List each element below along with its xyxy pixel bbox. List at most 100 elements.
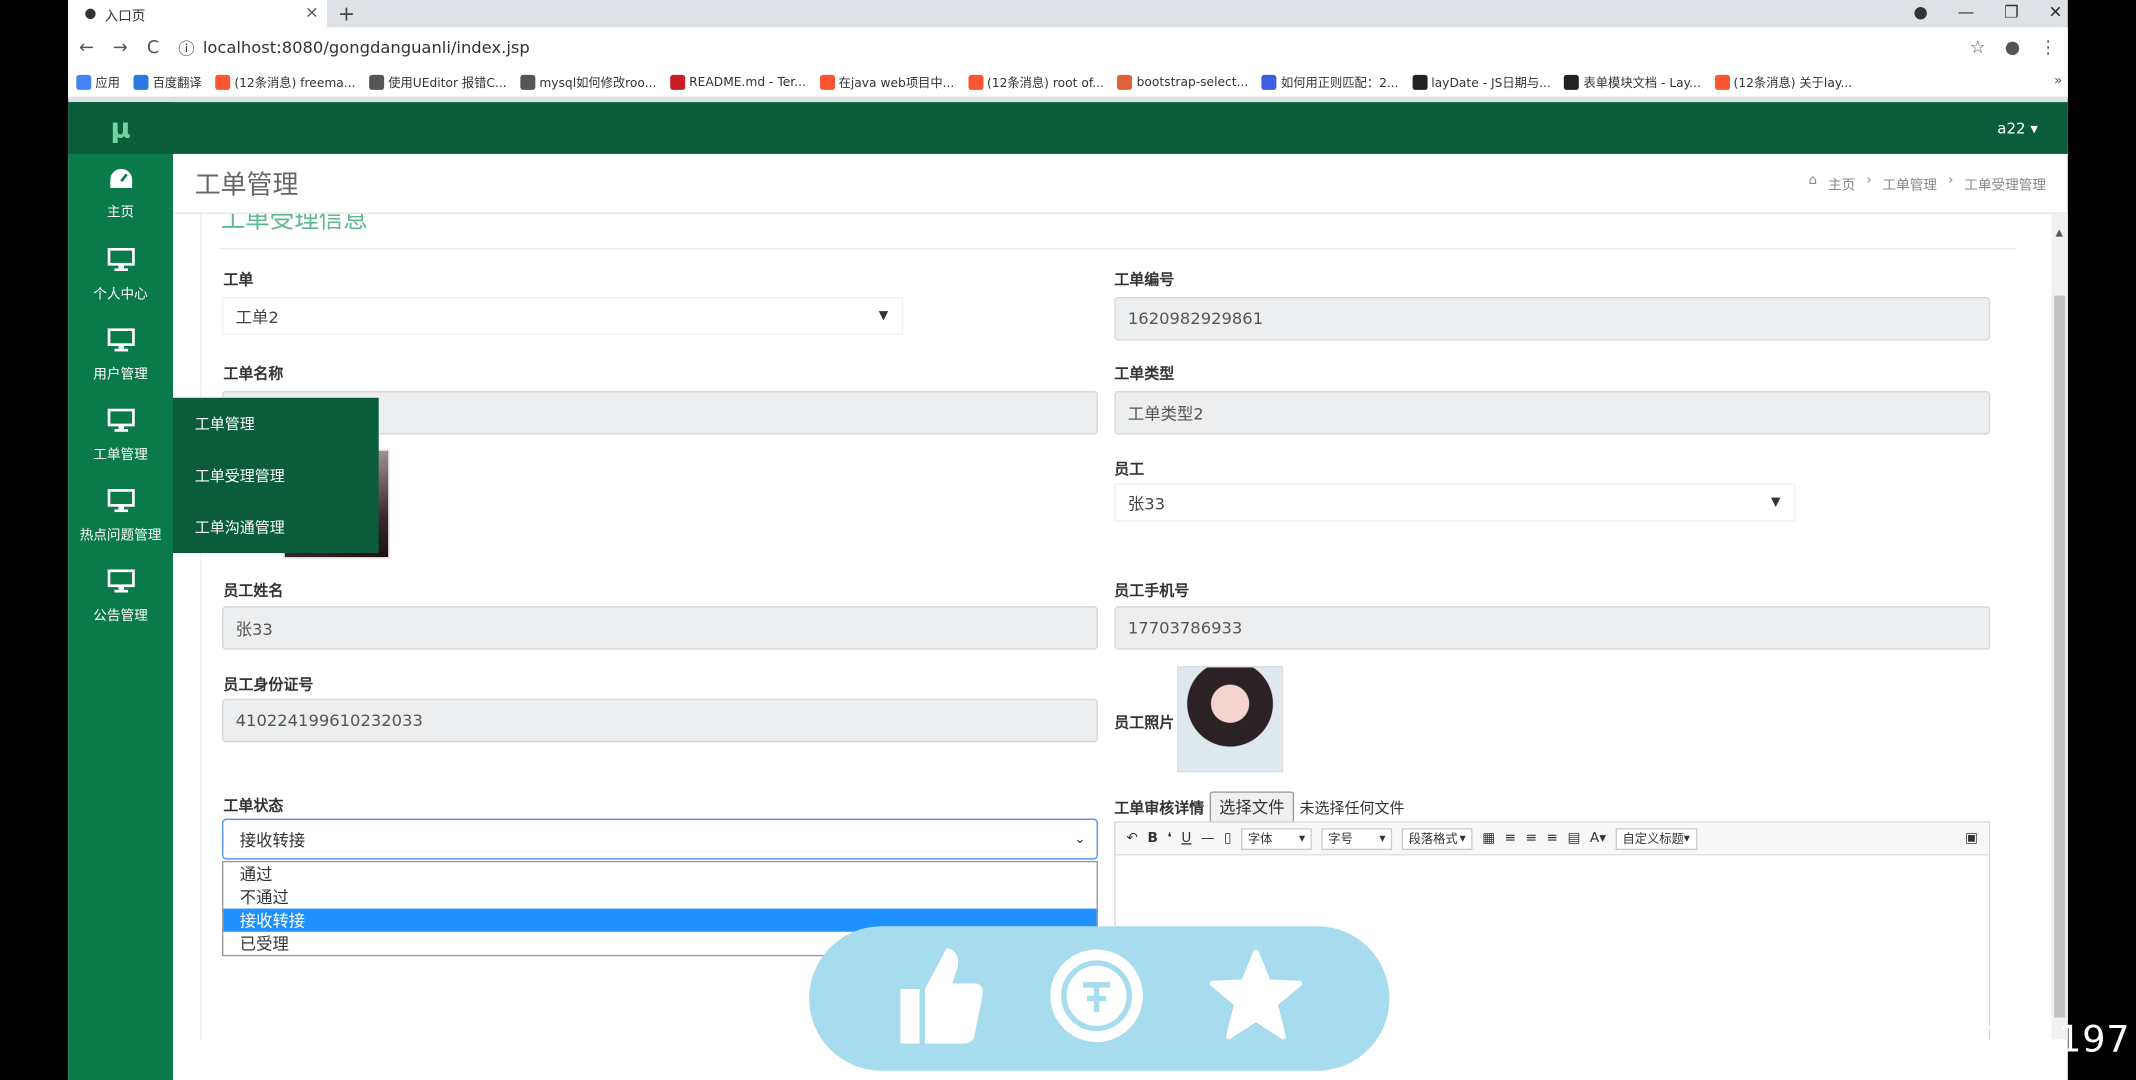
bookmark-item[interactable]: (12条消息) 关于lay... xyxy=(1714,74,1853,92)
quote-icon[interactable]: ❛ xyxy=(1167,831,1171,846)
forward-icon[interactable]: → xyxy=(113,37,128,57)
star-fav-icon[interactable] xyxy=(1208,948,1303,1049)
close-window-button[interactable]: ✕ xyxy=(2049,3,2063,22)
bookmarks-more[interactable]: » xyxy=(2054,74,2062,89)
justify-icon[interactable]: ▤ xyxy=(1568,831,1581,846)
scrollbar-thumb[interactable] xyxy=(2054,295,2066,1018)
bookmark-label: (12条消息) 关于lay... xyxy=(1733,77,1853,92)
align-center-icon[interactable]: ≡ xyxy=(1526,831,1537,846)
profile-icon[interactable]: ● xyxy=(1913,3,1927,22)
bookmark-label: bootstrap-select... xyxy=(1136,75,1249,90)
choose-file-button[interactable]: 选择文件 xyxy=(1209,791,1295,823)
bookmark-item[interactable]: 应用 xyxy=(76,74,120,91)
sidebar-item[interactable]: 工单管理 xyxy=(68,395,173,475)
reload-icon[interactable]: C xyxy=(147,37,159,57)
submenu-item-order[interactable]: 工单管理 xyxy=(173,398,379,450)
csdn-icon xyxy=(819,74,835,90)
align-left-icon[interactable]: ≡ xyxy=(1505,831,1516,846)
undo-icon[interactable]: ↶ xyxy=(1127,831,1138,846)
user-menu[interactable]: a22 ▾ xyxy=(1997,119,2038,137)
fullscreen-icon[interactable]: ▣ xyxy=(1965,831,1978,846)
scroll-up-icon[interactable]: ▲ xyxy=(2056,227,2063,238)
bookmark-item[interactable]: 使用UEditor 报错C... xyxy=(369,74,507,91)
status-select[interactable]: 接收转接 ⌄ xyxy=(222,818,1098,860)
bookmark-item[interactable]: README.md - Ter... xyxy=(670,74,806,90)
csdn-icon xyxy=(1714,74,1730,90)
back-icon[interactable]: ← xyxy=(79,37,94,57)
bold-icon[interactable]: B xyxy=(1148,831,1158,846)
para-combo[interactable]: 段落格式 ▾ xyxy=(1401,827,1473,850)
close-tab-icon[interactable]: × xyxy=(305,3,319,22)
caret-down-icon: ▾ xyxy=(1298,831,1306,846)
font-combo[interactable]: 字体 ▾ xyxy=(1241,827,1312,850)
bookmark-item[interactable]: (12条消息) freema... xyxy=(215,74,356,91)
form-content: 工单受理信息 工单 工单2 ▼ 工单编号 1620982929861 工单名称 … xyxy=(200,213,2029,1040)
breadcrumb-home[interactable]: 主页 xyxy=(1828,173,1855,193)
emp-phone-field[interactable]: 17703786933 xyxy=(1114,606,1991,650)
employee-photo xyxy=(1176,666,1284,773)
account-icon[interactable]: ● xyxy=(2005,37,2020,57)
font-color-icon[interactable]: A▾ xyxy=(1590,831,1606,846)
menu-icon[interactable]: ⋮ xyxy=(2039,37,2057,57)
restore-button[interactable]: ❐ xyxy=(2004,3,2019,22)
hr-icon[interactable]: — xyxy=(1201,831,1215,846)
bookmark-item[interactable]: (12条消息) root of... xyxy=(967,74,1104,91)
bookmark-item[interactable]: layDate - JS日期与... xyxy=(1412,74,1551,91)
logo[interactable]: μ xyxy=(68,102,173,154)
custom-title-combo[interactable]: 自定义标题 ▾ xyxy=(1615,827,1697,850)
order-type-field[interactable]: 工单类型2 xyxy=(1114,390,1991,435)
bookmark-item[interactable]: 在java web项目中... xyxy=(819,74,954,91)
thumbs-up-icon[interactable] xyxy=(895,943,985,1055)
file-none-text: 未选择任何文件 xyxy=(1299,798,1405,817)
star-icon[interactable]: ☆ xyxy=(1970,37,1986,57)
submenu-item-accept[interactable]: 工单受理管理 xyxy=(173,450,379,502)
order-label: 工单 xyxy=(223,271,254,289)
bookmark-item[interactable]: 表单模块文档 - Lay... xyxy=(1564,74,1701,91)
submenu-item-communicate[interactable]: 工单沟通管理 xyxy=(173,501,379,553)
caret-down-icon: ▾ xyxy=(1683,831,1690,846)
bookmark-item[interactable]: 如何用正则匹配：2... xyxy=(1261,74,1399,91)
tab-title: 入口页 xyxy=(104,8,146,24)
browser-tab[interactable]: ● 入口页 × xyxy=(68,0,327,28)
sidebar-item[interactable]: 个人中心 xyxy=(68,234,173,314)
sidebar-item-label: 公告管理 xyxy=(93,608,148,624)
page-header: 工单管理 ⌂ 主页 › 工单管理 › 工单受理管理 xyxy=(172,154,2068,214)
doc-icon[interactable]: ▯ xyxy=(1224,831,1232,846)
underline-icon[interactable]: U xyxy=(1181,831,1191,846)
url-input[interactable]: ⓘ localhost:8080/gongdanguanli/index.jsp xyxy=(178,31,1969,64)
emp-id-field[interactable]: 410224199610232033 xyxy=(222,698,1098,743)
order-select[interactable]: 工单2 ▼ xyxy=(222,296,904,336)
apps-icon xyxy=(76,74,92,90)
scrollbar[interactable]: ▲ xyxy=(2051,213,2068,1040)
order-no-field[interactable]: 1620982929861 xyxy=(1114,296,1991,341)
top-navbar: a22 ▾ xyxy=(172,102,2068,154)
sidebar-item[interactable]: 主页 xyxy=(68,154,173,234)
new-tab-button[interactable]: + xyxy=(338,1,355,26)
info-icon: ⓘ xyxy=(178,38,195,58)
status-option[interactable]: 通过 xyxy=(223,862,1096,885)
gitee-icon xyxy=(670,74,686,90)
sidebar-item[interactable]: 公告管理 xyxy=(68,556,173,636)
align-right-icon[interactable]: ≡ xyxy=(1547,831,1558,846)
minimize-button[interactable]: — xyxy=(1958,3,1974,22)
breadcrumb-order[interactable]: 工单管理 xyxy=(1883,173,1937,193)
bookmark-item[interactable]: 百度翻译 xyxy=(133,74,202,91)
sidebar-item[interactable]: 热点问题管理 xyxy=(68,475,173,555)
size-combo[interactable]: 字号 ▾ xyxy=(1321,827,1393,850)
status-option[interactable]: 不通过 xyxy=(223,885,1096,908)
section-title: 工单受理信息 xyxy=(220,213,368,235)
sidebar-item[interactable]: 用户管理 xyxy=(68,315,173,395)
table-icon[interactable]: ▦ xyxy=(1482,831,1495,846)
baidu-icon xyxy=(1261,74,1277,90)
emp-name-field[interactable]: 张33 xyxy=(222,606,1098,650)
bookmark-item[interactable]: mysql如何修改roo... xyxy=(520,74,656,91)
layui-icon xyxy=(1564,74,1580,90)
monitor-icon xyxy=(106,488,135,517)
coin-icon[interactable] xyxy=(1048,947,1146,1051)
site-icon xyxy=(1117,74,1133,90)
bookmark-item[interactable]: bootstrap-select... xyxy=(1117,74,1249,90)
employee-select[interactable]: 张33 ▼ xyxy=(1114,483,1796,522)
sidebar-item-label: 热点问题管理 xyxy=(79,527,162,543)
breadcrumb-sep: › xyxy=(1947,172,1954,188)
emp-phone-label: 员工手机号 xyxy=(1114,581,1190,600)
